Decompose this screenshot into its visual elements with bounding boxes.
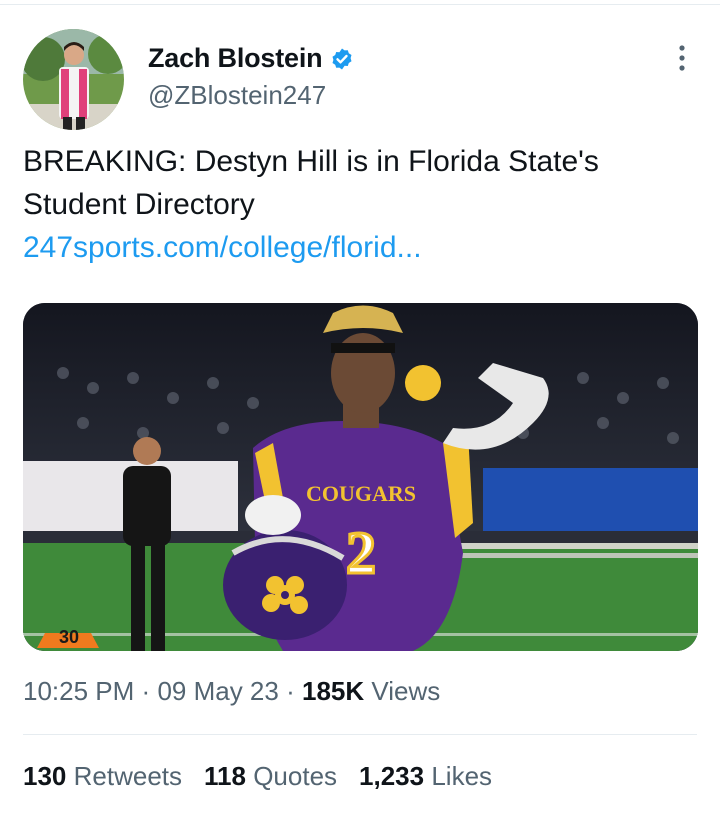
jersey-number: 2 bbox=[346, 520, 376, 586]
retweets-stat[interactable]: 130 Retweets bbox=[23, 761, 182, 792]
author-name-row[interactable]: Zach Blostein bbox=[148, 43, 354, 74]
quotes-label: Quotes bbox=[253, 761, 338, 791]
tweet-text: BREAKING: Destyn Hill is in Florida Stat… bbox=[23, 145, 599, 221]
meta-separator: · bbox=[286, 676, 295, 706]
tweet-date[interactable]: 09 May 23 bbox=[157, 676, 278, 706]
retweets-count: 130 bbox=[23, 761, 67, 791]
yard-marker-label: 30 bbox=[59, 627, 79, 647]
likes-label: Likes bbox=[431, 761, 493, 791]
meta-separator: · bbox=[141, 676, 151, 706]
more-options-icon[interactable] bbox=[672, 43, 692, 73]
retweets-label: Retweets bbox=[73, 761, 183, 791]
verified-badge-icon bbox=[332, 48, 352, 69]
author-avatar[interactable] bbox=[23, 29, 124, 130]
engagement-stats: 130 Retweets 118 Quotes 1,233 Likes bbox=[23, 761, 514, 792]
quotes-count: 118 bbox=[204, 761, 246, 791]
football-player-photo: 30 COUGARS 2 bbox=[23, 303, 698, 651]
tweet-body: BREAKING: Destyn Hill is in Florida Stat… bbox=[23, 140, 703, 269]
tweet-link[interactable]: 247sports.com/college/florid... bbox=[23, 226, 703, 269]
jersey-text: COUGARS bbox=[306, 481, 416, 506]
quotes-stat[interactable]: 118 Quotes bbox=[204, 761, 337, 792]
author-name[interactable]: Zach Blostein bbox=[148, 43, 323, 74]
likes-stat[interactable]: 1,233 Likes bbox=[359, 761, 492, 792]
views-label: Views bbox=[371, 676, 441, 706]
stats-divider bbox=[23, 734, 697, 735]
top-divider bbox=[0, 4, 720, 5]
profile-photo-icon bbox=[23, 29, 124, 130]
views-count: 185K bbox=[301, 676, 365, 706]
tweet-media-photo[interactable]: 30 COUGARS 2 bbox=[23, 303, 698, 651]
tweet-meta: 10:25 PM · 09 May 23 · 185K Views bbox=[23, 676, 440, 707]
author-handle[interactable]: @ZBlostein247 bbox=[148, 80, 326, 111]
tweet-time[interactable]: 10:25 PM bbox=[23, 676, 134, 706]
likes-count: 1,233 bbox=[359, 761, 425, 791]
